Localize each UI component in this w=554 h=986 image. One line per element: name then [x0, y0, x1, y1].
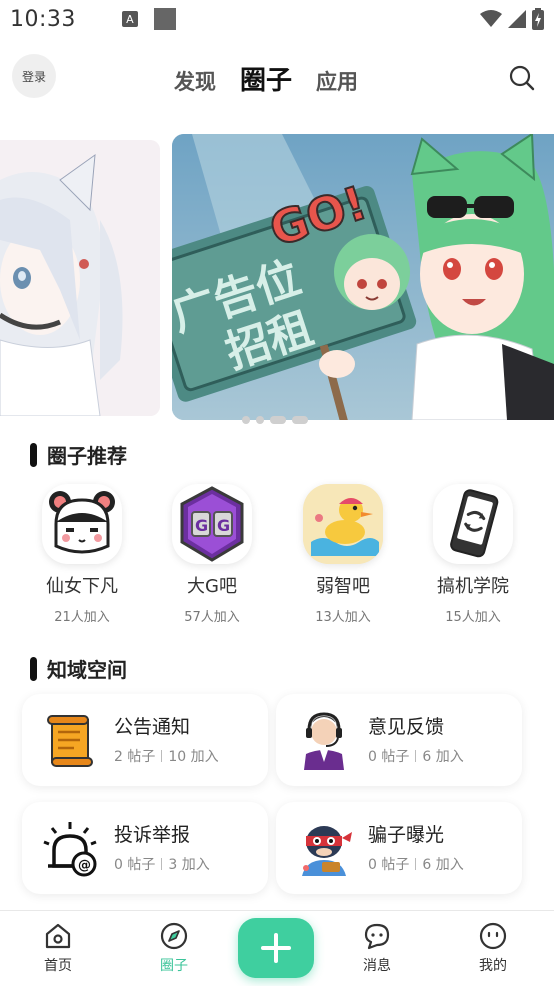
space-name: 骗子曝光	[368, 824, 445, 846]
phone-icon	[433, 484, 513, 564]
thief-icon	[302, 826, 352, 876]
space-stats: 2 帖子 10 加入	[114, 746, 219, 766]
carousel-dot-active[interactable]	[270, 416, 286, 424]
create-post-button[interactable]	[238, 918, 314, 978]
status-bar: 10:33 A	[0, 0, 554, 38]
carousel-dot[interactable]	[292, 416, 308, 424]
tab-apps[interactable]: 应用	[316, 66, 358, 96]
space-name: 公告通知	[114, 716, 191, 738]
battery-icon	[532, 8, 544, 30]
scroll-icon	[47, 715, 93, 767]
space-posts: 0 帖子	[368, 749, 410, 765]
svg-text:G: G	[217, 516, 230, 535]
circle-name: 大G吧	[187, 576, 237, 597]
section-spaces-header: 知域空间	[30, 654, 127, 683]
duck-icon	[303, 484, 383, 564]
banner-carousel[interactable]: 广告位 招租 GO!	[0, 134, 554, 424]
circle-name: 弱智吧	[316, 576, 370, 597]
circle-item-phone[interactable]: 搞机学院 15人加入	[413, 484, 533, 625]
circle-member-count: 21人加入	[54, 610, 110, 625]
game-guardian-icon: G G	[172, 484, 252, 564]
bottom-tab-label: 首页	[44, 958, 72, 974]
section-marker	[30, 442, 37, 467]
chat-icon	[364, 923, 390, 950]
tab-discover[interactable]: 发现	[174, 66, 216, 96]
bottom-tab-profile[interactable]: 我的	[453, 921, 533, 975]
status-time: 10:33	[10, 6, 76, 32]
circle-member-count: 13人加入	[315, 610, 371, 625]
carousel-dot[interactable]	[256, 416, 264, 424]
section-marker	[30, 656, 37, 681]
divider	[415, 858, 417, 870]
divider	[415, 750, 417, 762]
space-stats: 0 帖子 6 加入	[368, 854, 464, 874]
circle-item-game-guardian[interactable]: G G 大G吧 57人加入	[152, 484, 272, 625]
banner-main-slide[interactable]: 广告位 招租 GO!	[172, 134, 554, 420]
alarm-icon: @	[43, 822, 97, 877]
notification-square-icon	[153, 8, 176, 30]
section-title: 圈子推荐	[47, 444, 127, 468]
profile-icon	[479, 922, 507, 950]
circle-member-count: 57人加入	[184, 610, 240, 625]
circle-name: 仙女下凡	[46, 576, 118, 597]
divider	[161, 750, 163, 762]
space-joins: 10 加入	[168, 749, 219, 765]
bottom-tab-label: 消息	[363, 958, 391, 974]
space-name: 投诉举报	[114, 824, 191, 846]
space-stats: 0 帖子 6 加入	[368, 746, 464, 766]
bottom-tab-label: 我的	[479, 958, 507, 974]
circle-member-count: 15人加入	[445, 610, 501, 625]
anime-girl-ad-image: 广告位 招租 GO!	[172, 134, 554, 420]
space-card-scam[interactable]: 骗子曝光 0 帖子 6 加入	[276, 802, 522, 894]
wifi-icon	[480, 10, 502, 27]
notification-icon: A	[121, 11, 138, 27]
svg-text:@: @	[78, 858, 91, 873]
space-joins: 3 加入	[168, 857, 210, 873]
bottom-tab-label: 圈子	[160, 958, 188, 974]
svg-text:G: G	[195, 516, 208, 535]
bottom-tab-circles[interactable]: 圈子	[134, 921, 214, 975]
space-posts: 0 帖子	[114, 857, 156, 873]
circle-item-duck[interactable]: 弱智吧 13人加入	[283, 484, 403, 625]
home-icon	[45, 923, 71, 949]
recommend-circle-list: 仙女下凡 21人加入 G G 大G吧 57人加入 弱智吧 13人加入 搞机学院 …	[0, 484, 554, 625]
nav-tabs: 发现 圈子 应用	[174, 60, 358, 97]
section-recommend-header: 圈子推荐	[30, 440, 127, 469]
bottom-tab-messages[interactable]: 消息	[337, 921, 417, 975]
anime-girl-white-hair-image	[0, 140, 160, 416]
fairy-icon	[42, 484, 122, 564]
space-posts: 2 帖子	[114, 749, 156, 765]
login-button[interactable]: 登录	[12, 54, 56, 98]
divider	[161, 858, 163, 870]
space-card-announcement[interactable]: 公告通知 2 帖子 10 加入	[22, 694, 268, 786]
space-card-complaint[interactable]: @ 投诉举报 0 帖子 3 加入	[22, 802, 268, 894]
top-nav: 登录 发现 圈子 应用	[0, 46, 554, 108]
carousel-indicator	[242, 416, 308, 424]
signal-icon	[508, 10, 526, 28]
space-stats: 0 帖子 3 加入	[114, 854, 210, 874]
support-agent-icon	[304, 712, 344, 770]
banner-prev-slide[interactable]	[0, 140, 160, 416]
space-card-feedback[interactable]: 意见反馈 0 帖子 6 加入	[276, 694, 522, 786]
compass-icon	[160, 922, 188, 950]
search-icon[interactable]	[508, 64, 536, 92]
circle-name: 搞机学院	[437, 576, 509, 597]
space-joins: 6 加入	[422, 749, 464, 765]
carousel-dot[interactable]	[242, 416, 250, 424]
bottom-tab-home[interactable]: 首页	[18, 921, 98, 975]
plus-icon	[261, 933, 291, 963]
space-joins: 6 加入	[422, 857, 464, 873]
tab-circles[interactable]: 圈子	[240, 60, 292, 97]
space-name: 意见反馈	[368, 716, 445, 738]
circle-item-fairy[interactable]: 仙女下凡 21人加入	[22, 484, 142, 625]
space-posts: 0 帖子	[368, 857, 410, 873]
status-indicators	[480, 8, 544, 30]
section-title: 知域空间	[47, 658, 127, 682]
